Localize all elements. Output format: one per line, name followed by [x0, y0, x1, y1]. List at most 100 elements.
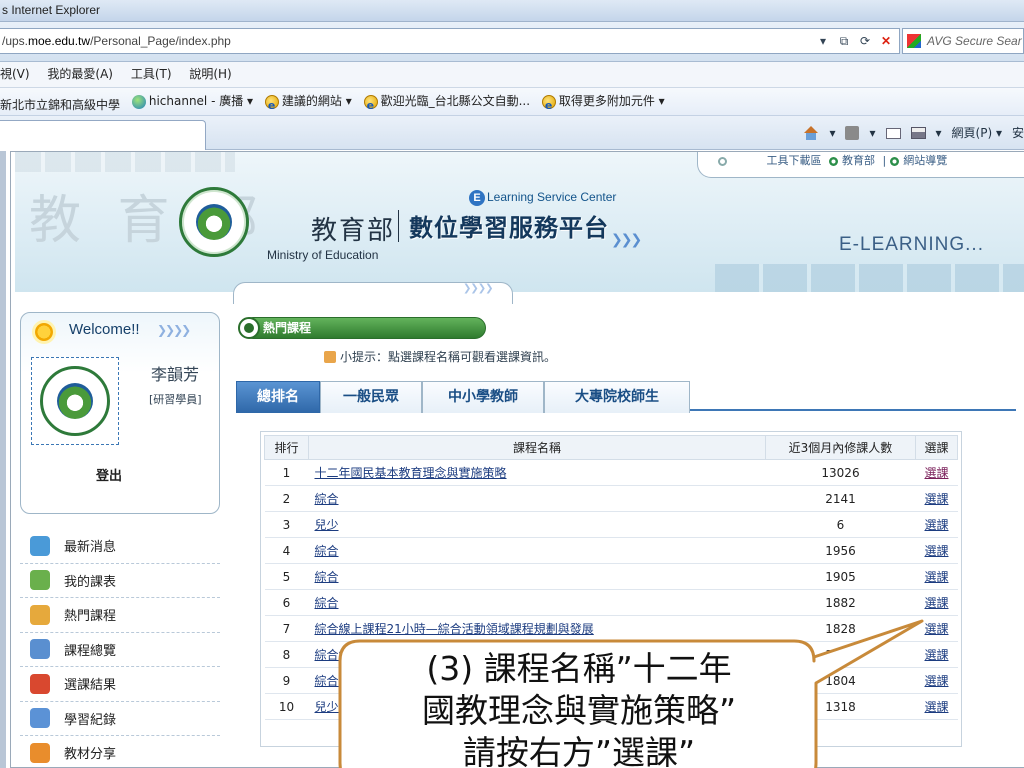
enroll-button[interactable]: 選課 [924, 518, 948, 532]
compat-view-icon[interactable]: ⧉ [835, 32, 853, 50]
welcome-panel: Welcome!! ❯❯❯❯ 李韻芳 [研習學員] 登出 [20, 312, 220, 514]
browser-tab-active[interactable] [0, 120, 206, 150]
keyboard-decoration [715, 264, 1024, 292]
hint-label: 小提示：點選課程名稱可觀看選課資訊。 [340, 350, 557, 364]
enroll-count-cell: 1956 [765, 537, 916, 564]
rss-feed-icon[interactable] [845, 126, 860, 140]
course-name-link[interactable]: 綜合 [315, 492, 339, 506]
fav-item-taipei-doc[interactable]: 歡迎光臨_台北縣公文自動... [363, 88, 531, 119]
rank-cell: 10 [264, 693, 309, 720]
welcome-label: Welcome!! [69, 321, 140, 338]
separator: | [882, 154, 887, 167]
fav-item-suggested[interactable]: 建議的網站 ▾ [264, 88, 352, 119]
enroll-button[interactable]: 選課 [924, 492, 948, 506]
stop-icon[interactable]: ✕ [877, 32, 895, 50]
url-prefix: /ups. [2, 34, 29, 48]
link-moe[interactable]: 教育部 [842, 154, 875, 167]
col-count-header: 近3個月內修課人數 [765, 435, 916, 460]
feed-dropdown-icon[interactable]: ▾ [869, 122, 875, 144]
menu-favorites[interactable]: 我的最愛(A) [47, 62, 113, 87]
enroll-button[interactable]: 選課 [924, 466, 948, 480]
tab-overall-rank[interactable]: 總排名 [236, 381, 320, 413]
safety-menu[interactable]: 安 [1012, 122, 1024, 144]
tab-general-public[interactable]: 一般民眾 [320, 381, 422, 413]
tip-icon [324, 351, 336, 363]
sidebar-item-label: 最新消息 [64, 540, 117, 556]
home-icon[interactable] [803, 126, 819, 140]
heading-bullet-icon [238, 317, 260, 339]
tab-k12-teachers[interactable]: 中小學教師 [422, 381, 544, 413]
enroll-button[interactable]: 選課 [924, 596, 948, 610]
title-separator [398, 210, 399, 242]
print-icon[interactable] [910, 127, 926, 139]
table-row: 6 綜合 1882 選課 [264, 589, 958, 616]
course-name-link[interactable]: 綜合 [315, 570, 339, 584]
table-row: 2 綜合 2141 選課 [264, 485, 958, 512]
sidebar-item-enroll-results[interactable]: 選課結果 [20, 667, 220, 702]
url-field[interactable]: /ups.moe.edu.tw/Personal_Page/index.php … [0, 28, 900, 54]
ministry-name-cn: 教育部 [311, 216, 396, 246]
course-name-link[interactable]: 十二年國民基本教育理念與實施策略 [315, 466, 507, 480]
tab-university[interactable]: 大專院校師生 [544, 381, 690, 413]
col-select-header: 選課 [915, 435, 958, 460]
fav-item-addons[interactable]: 取得更多附加元件 ▾ [541, 88, 665, 119]
callout-line-1: (3) 課程名稱”十二年 [426, 649, 732, 688]
sidebar-item-material-share[interactable]: 教材分享 [20, 736, 220, 768]
window-title: s Internet Explorer [2, 3, 101, 17]
select-cell: 選課 [915, 485, 958, 512]
course-name-link[interactable]: 兒少 [315, 518, 339, 532]
fav-label: hichannel - 廣播 ▾ [148, 94, 254, 108]
rank-cell: 5 [264, 563, 309, 590]
rank-cell: 3 [264, 511, 309, 538]
course-name-cell: 綜合 [308, 485, 766, 512]
fav-item-hichannel[interactable]: hichannel - 廣播 ▾ [131, 88, 254, 115]
course-name-cell: 綜合 [308, 537, 766, 564]
sidebar-item-learning-record[interactable]: 學習紀錄 [20, 702, 220, 736]
menu-view[interactable]: 視(V) [0, 62, 30, 87]
link-sitemap[interactable]: 網站導覽 [903, 154, 947, 167]
course-name-cell: 綜合 [308, 563, 766, 590]
enroll-count-cell: 6 [765, 511, 916, 538]
globe-icon [890, 156, 900, 166]
course-name-cell: 十二年國民基本教育理念與實施策略 [308, 459, 766, 486]
url-path: /Personal_Page/index.php [90, 34, 231, 48]
enroll-button[interactable]: 選課 [924, 570, 948, 584]
print-dropdown-icon[interactable]: ▾ [936, 122, 942, 144]
user-role: [研習學員] [149, 393, 202, 406]
sidebar-item-label: 學習紀錄 [64, 712, 117, 728]
tab-bar: ▾ ▾ ▾ 網頁(P) ▾ 安 [0, 116, 1024, 150]
sidebar-item-my-schedule[interactable]: 我的課表 [20, 564, 220, 598]
home-dropdown-icon[interactable]: ▾ [829, 122, 835, 144]
dropdown-arrow-icon[interactable]: ▾ [814, 32, 832, 50]
select-cell: 選課 [915, 589, 958, 616]
sidebar-item-news[interactable]: 最新消息 [20, 529, 220, 564]
menu-help[interactable]: 說明(H) [189, 62, 231, 87]
page-menu[interactable]: 網頁(P) ▾ [952, 122, 1002, 144]
fav-label: 建議的網站 ▾ [281, 94, 352, 108]
sidebar-item-label: 熱門課程 [64, 609, 117, 625]
course-name-link[interactable]: 綜合 [315, 596, 339, 610]
sidebar-item-label: 課程總覽 [64, 643, 117, 659]
link-tool-download[interactable]: 工具下載區 [767, 154, 822, 167]
favorites-bar: 新北市立錦和高級中學 hichannel - 廣播 ▾ 建議的網站 ▾ 歡迎光臨… [0, 88, 1024, 119]
fav-label: 歡迎光臨_台北縣公文自動... [380, 94, 531, 108]
sidebar-menu: 最新消息 我的課表 熱門課程 課程總覽 選課結果 學習紀錄 教材分享 [20, 529, 220, 768]
banner-decoration [15, 152, 235, 172]
section-heading: 熱門課程 [242, 317, 486, 339]
mail-icon[interactable] [885, 127, 901, 139]
arrow-decoration-icon: ❯❯❯ [611, 232, 642, 248]
table-row: 4 綜合 1956 選課 [264, 537, 958, 564]
fav-item-jinhe[interactable]: 新北市立錦和高級中學 [0, 92, 120, 119]
ie-page-icon [363, 92, 378, 119]
sidebar-item-course-overview[interactable]: 課程總覽 [20, 633, 220, 667]
search-field[interactable]: AVG Secure Sear [902, 28, 1024, 54]
refresh-icon[interactable]: ⟳ [856, 32, 874, 50]
news-icon [30, 535, 50, 556]
course-name-link[interactable]: 綜合 [315, 544, 339, 558]
sidebar-item-hot-courses[interactable]: 熱門課程 [20, 598, 220, 633]
logout-link[interactable]: 登出 [96, 465, 122, 484]
address-bar: /ups.moe.edu.tw/Personal_Page/index.php … [0, 22, 1024, 62]
enroll-button[interactable]: 選課 [924, 544, 948, 558]
table-row: 1 十二年國民基本教育理念與實施策略 13026 選課 [264, 459, 958, 486]
menu-tools[interactable]: 工具(T) [131, 62, 172, 87]
